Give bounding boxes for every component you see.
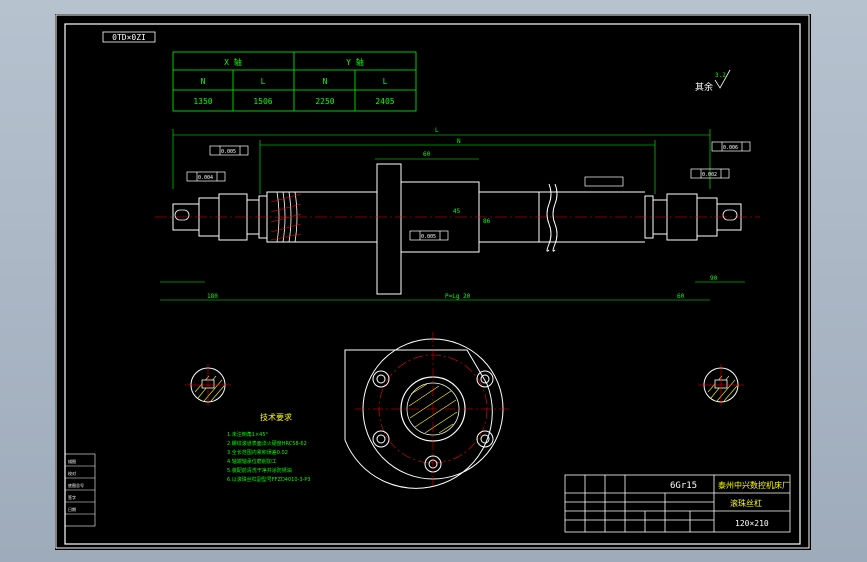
- dim-mid: 45: [453, 208, 461, 215]
- tech-req-item-3: 3.全长范围内累积误差0.02: [227, 449, 288, 456]
- tol-1: 0.005: [221, 149, 236, 155]
- tol-3: 0.005: [421, 234, 436, 240]
- strip-2: 校对: [68, 470, 76, 476]
- right-keyway: [722, 209, 738, 221]
- tech-req-item-2: 2.螺纹滚道表面淬火硬度HRC58-62: [227, 440, 307, 447]
- ball-screw-shaft: [172, 163, 742, 295]
- strip-1: 描图: [68, 458, 76, 464]
- strip-5: 日期: [68, 506, 76, 512]
- table-y-l: 2405: [375, 97, 394, 106]
- dim-thread-N: N: [457, 138, 461, 145]
- tolerance-frames: [186, 141, 751, 241]
- tech-req-list: 1.未注倒角1×45° 2.螺纹滚道表面淬火硬度HRC58-62 3.全长范围内…: [227, 431, 311, 483]
- dim-right-small: 90: [710, 275, 718, 282]
- number-stamp: 0TD×0ZI: [112, 33, 146, 42]
- table-group-y: Y 轴: [346, 57, 364, 67]
- tol-2: 0.004: [198, 175, 213, 181]
- roughness-symbol: 其余 3.2: [695, 69, 731, 93]
- dim-right-total: 60: [677, 293, 685, 300]
- left-margin-strip: [64, 453, 96, 527]
- roughness-value: 3.2: [715, 72, 726, 79]
- tol-5: 0.002: [702, 172, 717, 178]
- dim-left-total: 180: [207, 293, 218, 300]
- dim-overall-L: L: [435, 127, 439, 134]
- tech-req-item-4: 4.轴端轴承位磨削加工: [227, 458, 277, 465]
- table-x-n: 1350: [193, 97, 212, 106]
- left-keyway: [174, 209, 190, 221]
- table-col-n-y: N: [323, 77, 328, 86]
- material: 6Gr15: [670, 481, 697, 491]
- strip-3: 底图总号: [68, 482, 84, 488]
- tech-req-item-5: 5.装配前清洗干净并涂防锈油: [227, 467, 292, 474]
- dim-screw-len: P=Lg 20: [445, 293, 471, 300]
- inner-frame: [64, 23, 801, 545]
- table-col-l-x: L: [261, 77, 266, 86]
- cad-viewport[interactable]: 0TD×0ZI X 轴 Y 轴 N L N L 1350 1506 2250 2…: [55, 14, 811, 550]
- table-col-l-y: L: [383, 77, 388, 86]
- drawing-canvas: 0TD×0ZI X 轴 Y 轴 N L N L 1350 1506 2250 2…: [55, 14, 810, 549]
- part-name: 滚珠丝杠: [730, 498, 762, 508]
- tech-req-item-1: 1.未注倒角1×45°: [227, 431, 269, 438]
- dim-nut-len: 60: [423, 151, 431, 158]
- strip-4: 签字: [68, 494, 76, 500]
- table-group-x: X 轴: [224, 57, 242, 67]
- table-col-n-x: N: [201, 77, 206, 86]
- company-name: 泰州中兴数控机床厂: [718, 480, 790, 490]
- dim-nut-dia: 86: [483, 218, 491, 225]
- right-section-view: [698, 364, 744, 406]
- table-y-n: 2250: [315, 97, 334, 106]
- scale: 120×210: [735, 519, 769, 528]
- left-section-view: [185, 364, 231, 406]
- tech-req-item-6: 6.以滚珠丝杠副型号FFZD4010-3-P3: [227, 476, 311, 483]
- roughness-note: 其余: [695, 81, 713, 93]
- nut-flange-view: [344, 332, 511, 489]
- tech-req-title: 技术要求: [260, 412, 292, 422]
- table-x-l: 1506: [253, 97, 272, 106]
- tol-4: 0.006: [723, 145, 738, 151]
